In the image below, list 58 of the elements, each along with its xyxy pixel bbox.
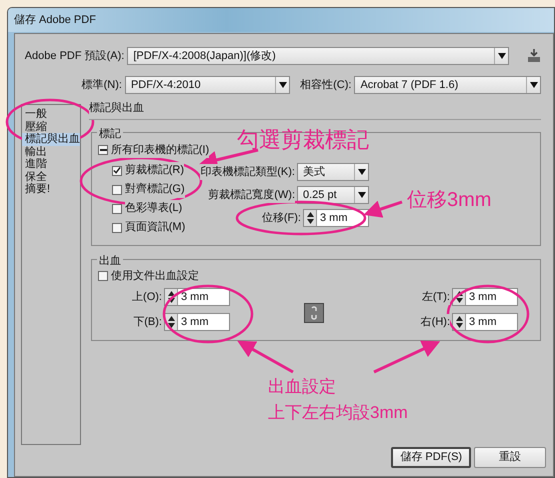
dropdown[interactable]: 美式	[297, 163, 369, 181]
field-label: 左(T):	[422, 288, 450, 306]
spinner-field[interactable]: 3 mm	[452, 288, 518, 306]
field-label: 上(O):	[132, 288, 162, 306]
spinner-field[interactable]: 3 mm	[164, 288, 230, 306]
annotation-text: 上下左右均設3mm	[268, 403, 408, 424]
dropdown-arrow-icon	[498, 53, 506, 59]
sidebar-item[interactable]: 進階	[22, 158, 47, 170]
spinner-arrows-icon	[168, 316, 174, 328]
section-title: 標記與出血	[89, 100, 541, 120]
checkbox[interactable]	[112, 184, 122, 194]
dialog-button[interactable]: 儲存 PDF(S)	[391, 447, 472, 468]
spinner-field[interactable]: 3 mm	[303, 209, 369, 227]
dropdown[interactable]: 0.25 pt	[297, 186, 369, 204]
dropdown-arrow-icon	[358, 192, 366, 198]
field-label: 印表機標記類型(K):	[200, 164, 295, 180]
annotation-arrow	[373, 340, 440, 374]
spinner-field[interactable]: 3 mm	[164, 313, 230, 331]
field-label: 相容性(C):	[300, 76, 352, 94]
dropdown[interactable]: PDF/X-4:2010	[124, 76, 290, 94]
field-label: 剪裁標記寬度(W):	[208, 186, 295, 204]
window-title: 儲存 Adobe PDF	[8, 8, 554, 32]
annotation-text: 位移3mm	[407, 188, 492, 212]
spinner-arrows-icon	[456, 291, 462, 303]
spinner-arrows-icon	[168, 291, 174, 303]
checkbox[interactable]	[112, 204, 122, 214]
dropdown-arrow-icon	[358, 169, 366, 175]
checkbox[interactable]	[98, 144, 108, 155]
dropdown-arrow-icon	[530, 82, 538, 88]
field-label: 下(B):	[133, 314, 162, 330]
dropdown[interactable]: [PDF/X-4:2008(Japan)](修改)	[127, 47, 509, 65]
checkbox[interactable]	[112, 222, 122, 232]
dropdown-arrow-icon	[278, 82, 287, 88]
sidebar-item[interactable]: 標記與出血	[22, 133, 80, 146]
sidebar-item[interactable]: 摘要!	[22, 183, 50, 196]
dropdown[interactable]: Acrobat 7 (PDF 1.6)	[354, 76, 541, 94]
annotation-arrow	[237, 340, 294, 374]
check-mark-icon	[113, 166, 121, 175]
chain-link-button[interactable]	[304, 303, 324, 323]
checkbox-label: 所有印表機的標記(I)	[110, 142, 210, 158]
field-label: 位移(F):	[262, 210, 301, 226]
spinner-arrows-icon	[456, 316, 462, 328]
dialog-button[interactable]: 重設	[474, 447, 546, 468]
save-preset-icon[interactable]	[527, 49, 541, 62]
annotation-text: 勾選剪裁標記	[237, 127, 369, 154]
sidebar-item[interactable]: 輸出	[22, 146, 47, 158]
field-label: 右(H):	[420, 314, 450, 330]
annotation-text: 出血設定	[268, 377, 336, 398]
checkbox-label: 對齊標記(G)	[124, 181, 185, 198]
spinner-field[interactable]: 3 mm	[452, 313, 518, 331]
sidebar-item[interactable]: 保全	[22, 170, 47, 183]
spinner-arrows-icon	[306, 212, 314, 224]
sidebar-item[interactable]: 壓縮	[22, 120, 47, 133]
annotation-arrow	[363, 200, 402, 218]
checkbox-label: 使用文件出血設定	[110, 268, 199, 284]
minus-icon	[100, 148, 106, 151]
checkbox[interactable]	[112, 166, 122, 176]
checkbox[interactable]	[98, 270, 108, 281]
